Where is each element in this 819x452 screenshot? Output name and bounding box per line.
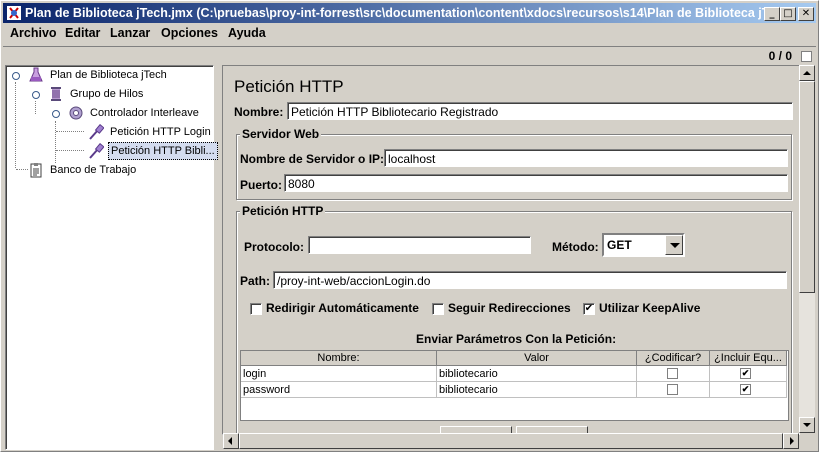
test-plan-flask-icon bbox=[29, 67, 43, 82]
menu-editar[interactable]: Editar bbox=[65, 26, 100, 40]
method-value: GET bbox=[607, 238, 632, 252]
parameters-table[interactable]: Nombre: Valor ¿Codificar? ¿Incluir Equ..… bbox=[240, 350, 789, 421]
menu-ayuda[interactable]: Ayuda bbox=[228, 26, 266, 40]
main-window: Plan de Biblioteca jTech.jmx (C:\pruebas… bbox=[0, 0, 819, 452]
include-checkbox[interactable]: ✔ bbox=[740, 368, 751, 379]
path-label: Path: bbox=[240, 274, 270, 288]
expand-handle[interactable] bbox=[52, 110, 60, 118]
minimize-button[interactable]: _ bbox=[764, 7, 780, 21]
column-header-name[interactable]: Nombre: bbox=[241, 351, 437, 366]
column-header-encode[interactable]: ¿Codificar? bbox=[637, 351, 710, 366]
protocol-label: Protocolo: bbox=[244, 240, 304, 254]
page-title: Petición HTTP bbox=[234, 77, 344, 96]
table-cell-name[interactable]: password bbox=[241, 382, 437, 398]
table-cell-encode bbox=[637, 382, 710, 398]
name-label: Nombre: bbox=[234, 105, 284, 119]
close-button[interactable]: ✕ bbox=[798, 7, 814, 21]
table-cell-include: ✔ bbox=[710, 366, 787, 382]
server-group-title: Servidor Web bbox=[240, 127, 322, 141]
menu-opciones[interactable]: Opciones bbox=[161, 26, 218, 40]
thread-group-spool-icon bbox=[51, 87, 61, 101]
jmeter-app-icon bbox=[7, 6, 21, 20]
follow-redirects-checkbox[interactable] bbox=[432, 303, 444, 315]
include-checkbox[interactable]: ✔ bbox=[740, 384, 751, 395]
scroll-left-button[interactable] bbox=[223, 433, 239, 449]
scroll-right-button[interactable] bbox=[783, 433, 799, 449]
tree-item-label: Controlador Interleave bbox=[90, 107, 199, 119]
keepalive-label: Utilizar KeepAlive bbox=[599, 301, 701, 315]
menu-archivo[interactable]: Archivo bbox=[10, 26, 57, 40]
tree-item-label: Grupo de Hilos bbox=[70, 88, 144, 100]
host-label: Nombre de Servidor o IP: bbox=[240, 152, 385, 166]
redirect-checkbox[interactable] bbox=[250, 303, 262, 315]
scroll-down-button[interactable] bbox=[799, 417, 815, 433]
protocol-field[interactable] bbox=[308, 236, 531, 254]
horizontal-scroll-thumb[interactable] bbox=[239, 433, 783, 449]
name-field[interactable]: Petición HTTP Bibliotecario Registrado bbox=[287, 102, 793, 120]
tree-item-label: Plan de Biblioteca jTech bbox=[50, 69, 167, 81]
path-field[interactable]: /proy-int-web/accionLogin.do bbox=[273, 271, 787, 289]
maximize-button[interactable]: □ bbox=[780, 7, 796, 21]
table-cell-name[interactable]: login bbox=[241, 366, 437, 382]
chevron-down-icon[interactable] bbox=[665, 235, 683, 255]
tree-line bbox=[55, 121, 56, 163]
method-select[interactable]: GET bbox=[602, 233, 685, 257]
redirect-label: Redirigir Automáticamente bbox=[266, 301, 419, 315]
window-title: Plan de Biblioteca jTech.jmx (C:\pruebas… bbox=[25, 6, 765, 20]
params-title: Enviar Parámetros Con la Petición: bbox=[416, 332, 617, 346]
vertical-scroll-thumb[interactable] bbox=[799, 81, 815, 293]
http-request-panel: Petición HTTP Nombre: Petición HTTP Bibl… bbox=[222, 65, 800, 435]
horizontal-scrollbar[interactable] bbox=[223, 433, 799, 449]
menu-bar: Archivo Editar Lanzar Opciones Ayuda bbox=[3, 24, 816, 44]
keepalive-checkbox[interactable]: ✔ bbox=[583, 303, 595, 315]
expand-handle[interactable] bbox=[32, 91, 40, 99]
port-field[interactable]: 8080 bbox=[284, 174, 788, 192]
encode-checkbox[interactable] bbox=[667, 384, 678, 395]
title-bar[interactable]: Plan de Biblioteca jTech.jmx (C:\pruebas… bbox=[3, 3, 816, 23]
expand-handle[interactable] bbox=[12, 72, 20, 80]
scroll-up-button[interactable] bbox=[799, 65, 815, 81]
toolbar: 0 / 0 bbox=[3, 46, 816, 65]
tree-line bbox=[16, 169, 28, 170]
status-indicator bbox=[801, 51, 812, 62]
encode-checkbox[interactable] bbox=[667, 368, 678, 379]
table-cell-encode bbox=[637, 366, 710, 382]
split-pane-divider[interactable] bbox=[214, 65, 220, 448]
tree-item-label: Petición HTTP Login bbox=[110, 126, 211, 138]
thread-counter: 0 / 0 bbox=[768, 49, 792, 63]
test-plan-tree[interactable]: Plan de Biblioteca jTech Grupo de Hilos … bbox=[5, 65, 218, 450]
workbench-clipboard-icon bbox=[30, 163, 42, 178]
column-header-include[interactable]: ¿Incluir Equ... bbox=[710, 351, 787, 366]
menu-lanzar[interactable]: Lanzar bbox=[110, 26, 150, 40]
column-header-value[interactable]: Valor bbox=[437, 351, 637, 366]
tree-line bbox=[56, 150, 84, 151]
tree-line bbox=[35, 101, 36, 114]
follow-redirects-label: Seguir Redirecciones bbox=[448, 301, 571, 315]
port-label: Puerto: bbox=[240, 178, 282, 192]
table-cell-value[interactable]: bibliotecario bbox=[437, 382, 637, 398]
table-cell-value[interactable]: bibliotecario bbox=[437, 366, 637, 382]
tree-line bbox=[56, 131, 84, 132]
tree-line bbox=[15, 82, 16, 168]
http-sampler-pipette-icon bbox=[89, 124, 104, 140]
tree-item-label: Petición HTTP Bibli... bbox=[108, 142, 218, 160]
host-field[interactable]: localhost bbox=[384, 149, 788, 167]
vertical-scrollbar[interactable] bbox=[799, 65, 815, 433]
controller-gear-icon bbox=[69, 106, 83, 120]
request-group-title: Petición HTTP bbox=[240, 204, 326, 218]
table-cell-include: ✔ bbox=[710, 382, 787, 398]
method-label: Método: bbox=[552, 240, 599, 254]
tree-item-label: Banco de Trabajo bbox=[50, 164, 137, 176]
http-sampler-pipette-icon bbox=[89, 143, 104, 159]
